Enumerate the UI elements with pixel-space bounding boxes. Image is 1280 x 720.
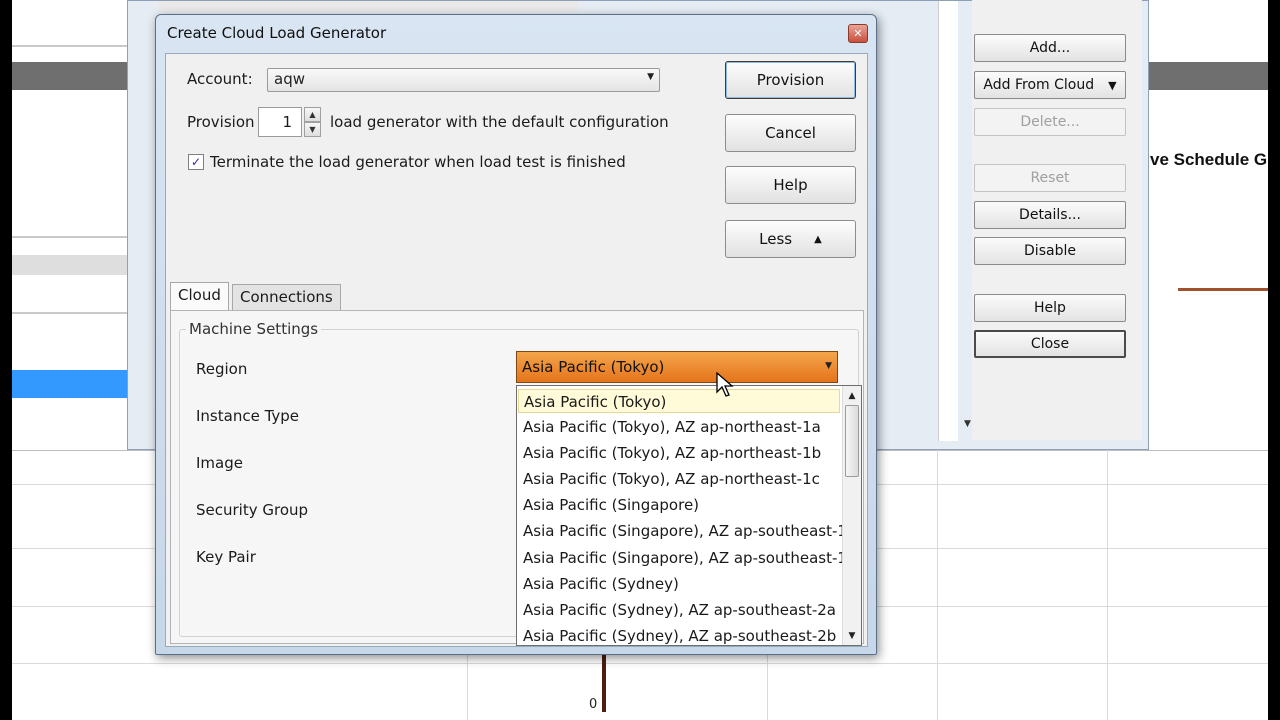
dropdown-arrow-icon: ▼ [647,72,654,82]
spin-down-icon[interactable]: ▼ [304,122,321,137]
region-option[interactable]: Asia Pacific (Sydney), AZ ap-southeast-2… [518,598,840,622]
reset-button[interactable]: Reset [974,164,1126,192]
region-option[interactable]: Asia Pacific (Singapore), AZ ap-southeas… [518,546,856,570]
provision-spinner[interactable]: ▲ ▼ [304,107,321,137]
region-option[interactable]: Asia Pacific (Singapore), AZ ap-southeas… [518,519,856,543]
delete-button[interactable]: Delete... [974,108,1126,136]
region-select[interactable]: Asia Pacific (Tokyo) ▼ [516,351,838,383]
machine-settings-title: Machine Settings [186,320,322,338]
provision-suffix: load generator with the default configur… [330,113,669,131]
image-label: Image [196,454,243,472]
tab-connections[interactable]: Connections [232,284,341,310]
region-option[interactable]: Asia Pacific (Tokyo) [518,389,840,413]
instance-type-label: Instance Type [196,407,300,425]
terminate-label: Terminate the load generator when load t… [210,153,626,171]
mouse-cursor-icon [716,372,734,397]
details-button[interactable]: Details... [974,201,1126,229]
region-option[interactable]: Asia Pacific (Tokyo), AZ ap-northeast-1c [518,467,840,491]
terminate-checkbox[interactable]: ✓ [188,154,204,170]
cancel-button[interactable]: Cancel [725,114,856,152]
spin-up-icon[interactable]: ▲ [304,107,321,122]
bg-selected-row [12,370,128,398]
region-list-scrollbar[interactable]: ▲ ▼ [842,386,861,645]
add-from-cloud-button[interactable]: Add From Cloud ▼ [974,71,1126,99]
region-option[interactable]: Asia Pacific (Sydney) [518,572,840,596]
bg-scroll-down-icon[interactable]: ▼ [964,419,971,429]
security-group-label: Security Group [196,501,309,519]
close-button[interactable]: Close [974,330,1126,358]
tab-cloud[interactable]: Cloud [170,282,229,310]
region-option[interactable]: Asia Pacific (Singapore) [518,493,840,517]
bg-schedule-heading: ve Schedule G [1150,150,1268,169]
account-value: aqw [274,70,305,88]
region-option[interactable]: Asia Pacific (Tokyo), AZ ap-northeast-1b [518,441,840,465]
region-label: Region [196,360,248,378]
account-select[interactable]: aqw ▼ [267,68,660,92]
help-button[interactable]: Help [725,166,856,204]
dropdown-arrow-icon: ▼ [825,361,832,371]
collapse-up-icon: ▲ [814,233,822,245]
bg-help-button[interactable]: Help [974,294,1126,322]
region-option[interactable]: Asia Pacific (Tokyo), AZ ap-northeast-1a [518,415,840,439]
close-icon[interactable]: ✕ [848,24,868,43]
dialog-title: Create Cloud Load Generator [167,24,387,42]
scroll-up-icon[interactable]: ▲ [843,387,861,404]
scroll-down-icon[interactable]: ▼ [843,627,861,644]
chart-series-line [1178,288,1268,291]
account-label: Account: [187,70,253,88]
region-option[interactable]: Asia Pacific (Sydney), AZ ap-southeast-2… [518,624,840,645]
add-button[interactable]: Add... [974,34,1126,62]
chart-axis [602,650,606,712]
provision-count-input[interactable]: 1 [258,107,302,137]
bg-axis-zero-label: 0 [589,697,598,712]
scrollbar-thumb[interactable] [845,405,859,477]
provision-button[interactable]: Provision [725,61,856,99]
region-dropdown-list[interactable]: Asia Pacific (Tokyo) Asia Pacific (Tokyo… [516,385,862,646]
disable-button[interactable]: Disable [974,237,1126,265]
region-selected-value: Asia Pacific (Tokyo) [522,358,665,376]
key-pair-label: Key Pair [196,548,256,566]
chevron-down-icon: ▼ [1108,78,1117,92]
provision-label: Provision [187,113,255,131]
checkmark-icon: ✓ [190,155,202,169]
less-button[interactable]: Less ▲ [725,220,856,258]
